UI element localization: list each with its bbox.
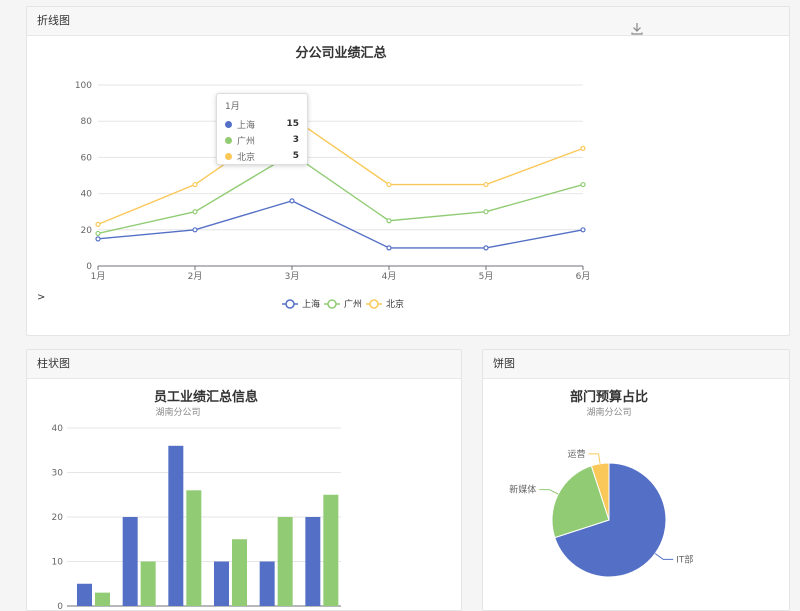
- pie-chart: 部门预算占比 湖南分公司 IT部 新媒体 运营: [509, 389, 693, 578]
- panel-header: 柱状图: [27, 350, 461, 379]
- y-tick-label: 0: [86, 262, 92, 272]
- bar-chart: 员工业绩汇总信息 湖南分公司 010203040: [52, 389, 341, 610]
- y-tick-label: 10: [52, 558, 64, 568]
- tooltip-value: 5: [292, 151, 299, 161]
- legend-label: 广州: [344, 298, 362, 310]
- pie-chart-panel: 饼图 部门预算占比 湖南分公司 IT部 新媒体 运营: [482, 349, 790, 611]
- legend-marker-icon: [327, 299, 337, 309]
- data-point: [580, 227, 586, 233]
- y-tick-label: 20: [52, 513, 64, 523]
- tooltip-series-name: 广州: [237, 136, 256, 147]
- tooltip-series-name: 北京: [237, 152, 256, 163]
- data-point: [386, 245, 392, 251]
- x-tick-label: 2月: [188, 271, 203, 282]
- bar: [277, 517, 293, 606]
- data-point: [95, 221, 101, 227]
- panel-header: 饼图: [483, 350, 789, 379]
- bar: [186, 490, 202, 606]
- data-point: [386, 181, 392, 188]
- data-point: [386, 218, 392, 224]
- tooltip-row: 上海 15: [225, 116, 299, 132]
- y-tick-label: 40: [81, 190, 93, 200]
- panel-header: 折线图: [27, 7, 789, 36]
- x-tick-label: 3月: [285, 271, 300, 282]
- tooltip-row: 广州 3: [225, 132, 299, 148]
- x-tick-label: 1月: [91, 271, 106, 282]
- label-leader-line: [654, 553, 674, 560]
- chart-title: 部门预算占比: [570, 389, 648, 405]
- data-point: [483, 245, 489, 251]
- tooltip-series-name: 上海: [237, 120, 256, 131]
- legend-marker-icon: [285, 299, 295, 309]
- chart-tooltip: 1月 上海 15 广州 3 北京 5: [216, 93, 308, 165]
- label-leader-line: [588, 453, 601, 464]
- series-dot-icon: [225, 120, 232, 128]
- bar: [168, 445, 184, 606]
- bar: [323, 494, 339, 606]
- y-tick-label: 40: [52, 424, 64, 434]
- download-icon[interactable]: [630, 21, 644, 35]
- data-point: [483, 181, 489, 188]
- y-tick-label: 20: [81, 226, 93, 236]
- line-chart-panel: 折线图 分公司业绩汇总 0 20 40 60 80 100 1月 2月 3月 4月 5月 6月 上海广…: [26, 6, 790, 336]
- legend-label: 北京: [386, 298, 404, 310]
- chart-title: 员工业绩汇总信息: [154, 389, 258, 405]
- data-point: [192, 227, 198, 233]
- data-point: [289, 198, 295, 204]
- data-point: [580, 181, 586, 188]
- data-point: [483, 209, 489, 215]
- chart-subtitle: 湖南分公司: [155, 406, 200, 418]
- bar: [122, 517, 138, 606]
- series-dot-icon: [225, 136, 232, 144]
- data-point: [580, 145, 586, 151]
- data-point: [192, 209, 198, 215]
- tooltip-row: 北京 5: [225, 148, 299, 164]
- slice-label: IT部: [676, 553, 693, 565]
- label-leader-line: [539, 489, 559, 495]
- bar: [214, 561, 229, 606]
- x-tick-label: 5月: [479, 271, 494, 282]
- bar: [95, 592, 110, 606]
- y-tick-label: 30: [52, 469, 64, 479]
- bar-chart-panel: 柱状图 员工业绩汇总信息 湖南分公司 0 10 20 30 40: [26, 349, 462, 611]
- chart-subtitle: 湖南分公司: [586, 406, 631, 418]
- bar: [140, 561, 156, 606]
- slice-label: 运营: [568, 448, 586, 460]
- bar: [259, 561, 275, 606]
- data-point: [95, 230, 101, 237]
- series-line: [97, 200, 584, 249]
- line-chart: 分公司业绩汇总 0204060801001月 2月 3月 4月 5月 6月 上海 广州 北京: [75, 45, 591, 310]
- x-tick-label: 6月: [576, 271, 591, 282]
- tooltip-value: 15: [286, 119, 299, 129]
- series-dot-icon: [225, 152, 232, 160]
- legend-marker-icon: [369, 299, 379, 309]
- series-line: [97, 116, 584, 226]
- y-tick-label: 100: [75, 81, 92, 91]
- slice-label: 新媒体: [509, 484, 536, 496]
- bar: [305, 517, 321, 606]
- bar: [77, 583, 92, 606]
- expand-caret[interactable]: >: [37, 292, 45, 303]
- y-tick-label: 80: [81, 117, 93, 127]
- bar: [232, 539, 247, 606]
- data-point: [192, 181, 198, 188]
- tooltip-value: 3: [292, 135, 299, 145]
- legend-label: 上海: [302, 298, 320, 310]
- y-tick-label: 60: [81, 153, 93, 163]
- data-point: [95, 236, 101, 242]
- tooltip-title: 1月: [225, 102, 240, 112]
- chart-title: 分公司业绩汇总: [295, 45, 386, 61]
- x-tick-label: 4月: [382, 271, 397, 282]
